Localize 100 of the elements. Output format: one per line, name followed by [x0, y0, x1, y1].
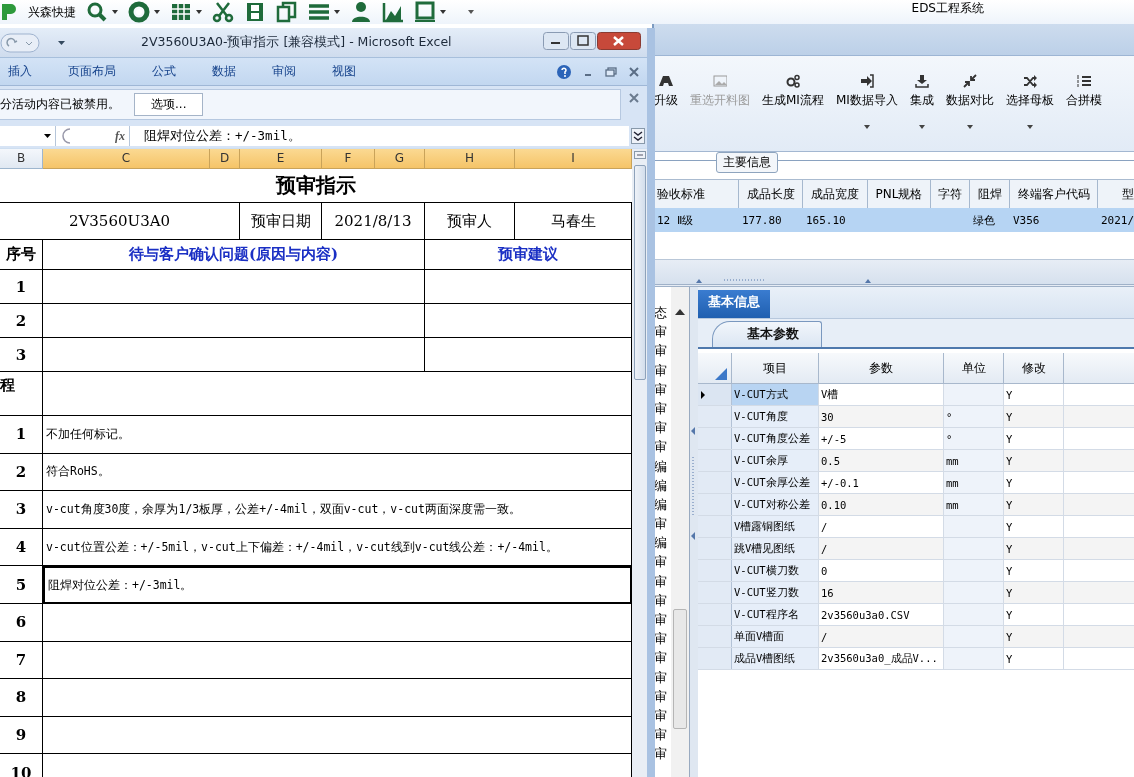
ribbon-tab[interactable]: 公式: [140, 63, 188, 80]
table-cell: 2: [0, 304, 43, 338]
tab[interactable]: 基本参数: [712, 321, 822, 347]
close-icon[interactable]: [629, 93, 639, 103]
lifebuoy-icon[interactable]: [128, 1, 150, 23]
list-item[interactable]: 审: [654, 322, 671, 342]
ribbon-button[interactable]: 合拼模: [1059, 74, 1108, 144]
insert-function-button[interactable]: fx: [115, 128, 125, 144]
ribbon-button[interactable]: 数据对比: [939, 74, 1000, 144]
corner-triangle-icon[interactable]: [715, 368, 727, 380]
copy-icon[interactable]: [276, 1, 298, 23]
minimize-icon[interactable]: [543, 31, 569, 50]
ribbon-tab[interactable]: 数据: [200, 63, 248, 80]
split-handle-icon[interactable]: [633, 151, 646, 159]
table-cell-text: 12 Ⅱ级: [656, 212, 694, 229]
ribbon-button[interactable]: MI数据导入: [829, 74, 904, 144]
list-item[interactable]: 审: [654, 725, 671, 745]
restore-icon[interactable]: [605, 66, 617, 77]
scrollbar[interactable]: [671, 287, 689, 777]
maximize-icon[interactable]: [570, 31, 596, 50]
scroll-thumb[interactable]: [673, 609, 687, 729]
list-item[interactable]: 审: [654, 552, 671, 572]
close-icon[interactable]: [629, 66, 639, 77]
ribbon-button[interactable]: 生成MI流程: [756, 74, 830, 144]
ribbon-tab[interactable]: 视图: [320, 63, 368, 80]
list-item[interactable]: 审: [654, 398, 671, 419]
table-icon[interactable]: [170, 1, 192, 23]
caret-icon[interactable]: [154, 10, 160, 14]
list-item[interactable]: 审: [654, 341, 671, 361]
list-item[interactable]: 审: [654, 418, 671, 438]
scissors-icon[interactable]: [212, 1, 234, 23]
caret-icon[interactable]: [112, 10, 118, 14]
ribbon-tab[interactable]: 审阅: [260, 63, 308, 80]
list-item[interactable]: 审: [654, 648, 671, 668]
column-header[interactable]: E: [240, 149, 322, 169]
list-item[interactable]: 编: [654, 494, 671, 515]
column-header[interactable]: C: [43, 149, 210, 169]
scroll-up-icon[interactable]: [675, 309, 685, 315]
ribbon-button[interactable]: 升级: [654, 74, 684, 144]
column-header[interactable]: F: [322, 149, 375, 169]
ribbon-button[interactable]: 选择母板: [999, 74, 1060, 144]
window-title: EDS工程系统: [911, 0, 984, 17]
caret-icon[interactable]: [334, 10, 340, 14]
list-item[interactable]: 审: [654, 744, 671, 764]
table-cell: 跳V槽见图纸: [732, 538, 819, 559]
window-icon[interactable]: [414, 1, 436, 23]
column-header[interactable]: I: [515, 149, 632, 169]
list-item[interactable]: 审: [654, 610, 671, 630]
list-item[interactable]: 审: [654, 686, 671, 706]
ribbon-tab[interactable]: 插入: [0, 63, 44, 80]
tab[interactable]: 基本信息: [698, 290, 770, 318]
table-cell: 8: [0, 679, 43, 717]
film-icon[interactable]: [244, 1, 266, 23]
table-cell: 3: [0, 491, 43, 529]
table-cell: Y: [1004, 648, 1064, 669]
close-icon[interactable]: [597, 31, 641, 50]
ribbon-tab[interactable]: 页面布局: [56, 63, 128, 80]
table-cell: Y: [1004, 428, 1064, 449]
table-cell: 预审日期: [240, 203, 322, 240]
column-header[interactable]: H: [425, 149, 515, 169]
column-header[interactable]: 参数: [819, 353, 944, 383]
table-row[interactable]: 12 Ⅱ级 177.80 165.10 绿色 V356 2021/: [654, 208, 1134, 232]
column-header[interactable]: 项目: [732, 353, 819, 383]
table-cell: 16: [819, 582, 944, 603]
formula-field[interactable]: 阻焊对位公差：+/-3mil。: [129, 126, 629, 146]
caret-icon[interactable]: [440, 10, 446, 14]
caret-icon[interactable]: [196, 10, 202, 14]
list-item[interactable]: 审: [654, 629, 671, 649]
expand-icon[interactable]: [631, 128, 645, 144]
list-item[interactable]: 审: [654, 705, 671, 726]
list-item[interactable]: 审: [654, 667, 671, 687]
ribbon-button[interactable]: 集成: [903, 74, 940, 144]
redo-icon[interactable]: [0, 32, 40, 53]
column-header[interactable]: B: [0, 149, 43, 169]
caret-icon: [918, 125, 925, 129]
list-item[interactable]: 审: [654, 437, 671, 457]
column-header[interactable]: 修改: [1004, 353, 1064, 383]
chart-icon[interactable]: [382, 1, 404, 23]
caret-icon[interactable]: [468, 10, 474, 14]
list-item[interactable]: 审: [654, 571, 671, 591]
person-icon[interactable]: [350, 1, 372, 23]
list-item[interactable]: 审: [654, 590, 671, 610]
column-header[interactable]: 单位: [944, 353, 1004, 383]
help-icon[interactable]: [557, 64, 571, 79]
list-icon[interactable]: [308, 1, 330, 23]
list-item[interactable]: 编: [654, 456, 671, 476]
caret-icon[interactable]: [58, 40, 65, 45]
scrollbar[interactable]: [632, 149, 647, 777]
list-item[interactable]: 编: [654, 475, 671, 495]
list-item[interactable]: 编: [654, 533, 671, 553]
options-button[interactable]: 选项...: [134, 93, 204, 116]
column-header[interactable]: D: [210, 149, 240, 169]
list-item[interactable]: 审: [654, 379, 671, 399]
scroll-thumb[interactable]: [633, 165, 646, 380]
list-item[interactable]: 审: [654, 514, 671, 534]
column-header[interactable]: G: [375, 149, 425, 169]
search-icon[interactable]: [86, 1, 108, 23]
list-header[interactable]: 态: [654, 303, 671, 323]
row-header[interactable]: [698, 384, 732, 405]
list-item[interactable]: 审: [654, 360, 671, 380]
